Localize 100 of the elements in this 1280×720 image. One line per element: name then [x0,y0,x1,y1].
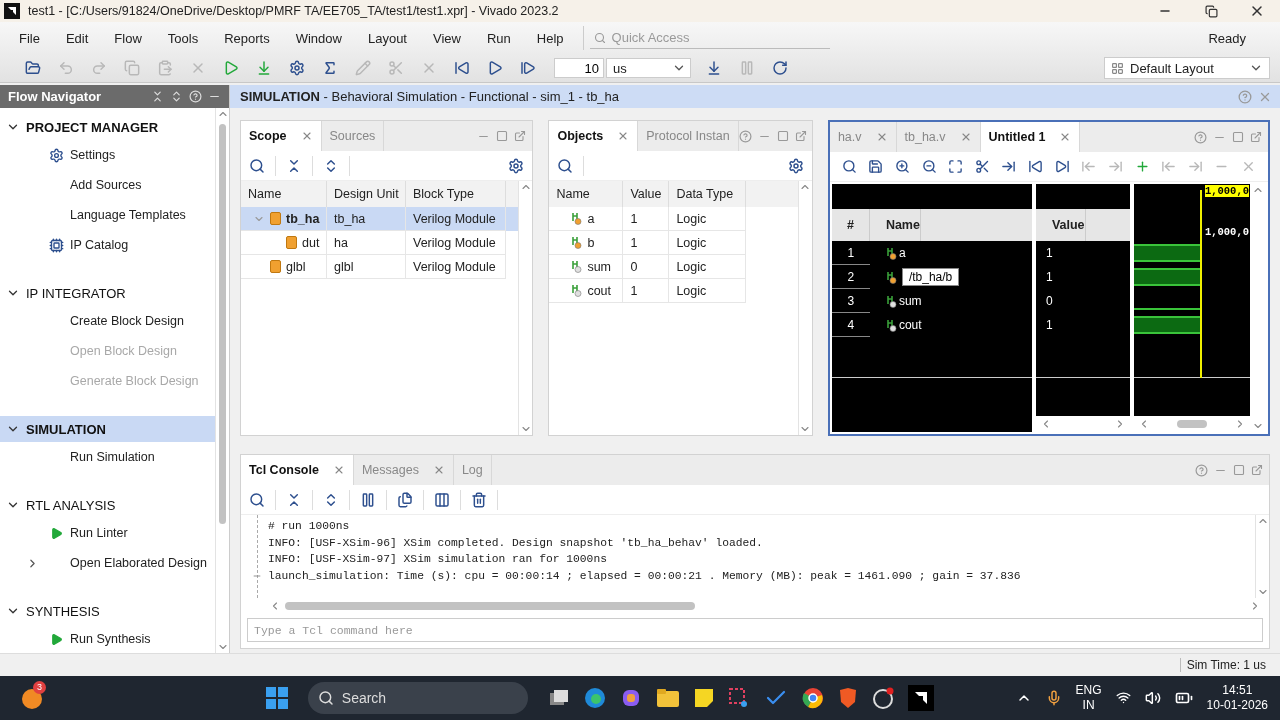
clock-date[interactable]: 10-01-2026 [1206,697,1268,713]
volume-icon[interactable] [1144,689,1161,706]
nav-item[interactable]: Language Templates [0,200,215,231]
menu-item[interactable]: Window [282,30,355,46]
search-icon[interactable] [249,157,265,174]
signal-icon [571,284,583,298]
zoom-out-icon[interactable] [921,159,937,175]
trash-icon[interactable] [471,491,487,508]
menu-item[interactable]: File [6,30,53,46]
scope-row[interactable]: tb_ha tb_ha Verilog Module [241,207,519,232]
float-icon[interactable] [1250,131,1262,144]
scrollbar-thumb[interactable] [285,602,695,611]
snipping-icon[interactable] [727,686,750,709]
zoom-in-icon[interactable] [894,159,910,175]
clock-time[interactable]: 14:51 [1222,682,1253,698]
menu-item[interactable]: Edit [52,30,102,46]
nav-item[interactable]: Settings [0,140,215,171]
nav-item[interactable]: Create Block Design [0,306,215,337]
maximize-icon[interactable] [776,130,789,143]
nav-section[interactable]: SIMULATION [0,416,215,443]
close-icon[interactable] [1249,3,1265,19]
menu-item[interactable]: Reports [211,30,283,46]
shield-icon[interactable] [837,686,858,709]
folder-icon[interactable] [655,686,680,709]
column-header[interactable]: # [831,209,870,242]
collapse-all-icon[interactable] [151,90,164,104]
settings-icon[interactable] [508,157,525,174]
run-time-field[interactable]: 10 [554,58,604,79]
restart-icon[interactable] [453,60,470,77]
panel-tab[interactable]: Untitled 1 [980,122,1081,153]
browser-icon[interactable] [583,686,606,709]
tcl-command-field[interactable]: Type a Tcl command here [247,618,1263,643]
columns-icon[interactable] [434,491,450,508]
panel-tab[interactable]: Scope [241,121,322,152]
go-to-start-icon[interactable] [1028,159,1044,175]
wifi-icon[interactable] [1115,690,1131,706]
scrollbar-thumb[interactable] [219,124,226,525]
menu-item[interactable]: Tools [154,30,212,46]
settings-icon[interactable] [787,157,804,174]
copy-icon[interactable] [397,491,413,508]
record-icon[interactable] [871,686,894,709]
step-icon[interactable] [519,60,536,77]
zoom-fit-icon[interactable] [948,159,964,175]
nav-section[interactable]: PROJECT MANAGER [0,114,215,141]
nav-item[interactable]: Add Sources [0,170,215,201]
search-icon[interactable] [249,491,265,508]
cursor-line[interactable] [1199,190,1202,379]
menu-item[interactable]: Layout [354,30,420,46]
expand-all-icon[interactable] [170,90,183,104]
column-header[interactable]: Name [869,209,921,242]
float-icon[interactable] [514,130,527,143]
data-type: Logic [676,211,707,226]
panel-tab[interactable]: Tcl Console [241,455,354,486]
help-icon[interactable] [1194,130,1207,144]
help-icon[interactable] [1238,89,1252,104]
quick-access-field[interactable]: Quick Access [609,29,810,47]
refresh-icon[interactable] [771,60,788,77]
float-icon[interactable] [1251,464,1263,477]
menu-item[interactable]: Flow [101,30,155,46]
note-icon[interactable] [693,687,714,708]
scrollbar-thumb[interactable] [1176,420,1207,429]
signal-name: sum [587,259,612,274]
panel-tab[interactable]: Objects [549,121,639,152]
menu-item[interactable]: Help [523,30,577,46]
chrome-icon[interactable] [801,686,824,709]
menu-item[interactable]: View [420,30,474,46]
nav-item[interactable]: Run Simulation [0,442,215,473]
nav-section[interactable]: RTL ANALYSIS [0,492,215,519]
start-icon[interactable] [265,686,288,709]
float-icon[interactable] [794,130,807,143]
help-icon[interactable] [738,129,752,143]
settings-icon[interactable] [288,60,305,77]
search-icon[interactable] [557,157,574,174]
nav-item[interactable]: IP Catalog [0,230,215,261]
nav-item[interactable]: Run Linter [0,518,215,549]
layout-select[interactable]: Default Layout [1104,57,1270,80]
search-icon[interactable] [841,159,857,175]
language-text[interactable]: ENG [1075,682,1102,698]
save-icon[interactable] [868,159,884,175]
go-to-end-icon[interactable] [1054,159,1070,175]
block-type: Verilog Module [413,259,496,274]
add-marker-icon[interactable] [1134,159,1150,175]
maximize-icon[interactable] [1232,131,1244,144]
pause-icon[interactable] [360,491,376,508]
nav-section[interactable]: SYNTHESIS [0,598,215,625]
maximize-icon[interactable] [1233,464,1245,477]
folder-icon[interactable] [24,60,41,77]
maximize-icon[interactable] [496,130,509,143]
restore-icon[interactable] [1204,4,1218,18]
nav-item[interactable]: Run Synthesis [0,624,215,654]
vivado-icon[interactable] [907,684,934,711]
time-unit-select[interactable]: us [606,58,691,79]
taskbar-search[interactable]: Search [307,681,528,714]
nav-item[interactable]: Open Elaborated Design [0,548,215,579]
help-icon[interactable] [1195,463,1208,477]
search-icon [317,689,334,706]
region-text[interactable]: IN [1082,697,1095,713]
nav-section[interactable]: IP INTEGRATOR [0,280,215,307]
menu-item[interactable]: Run [473,30,524,46]
scissors-icon[interactable] [974,159,990,175]
